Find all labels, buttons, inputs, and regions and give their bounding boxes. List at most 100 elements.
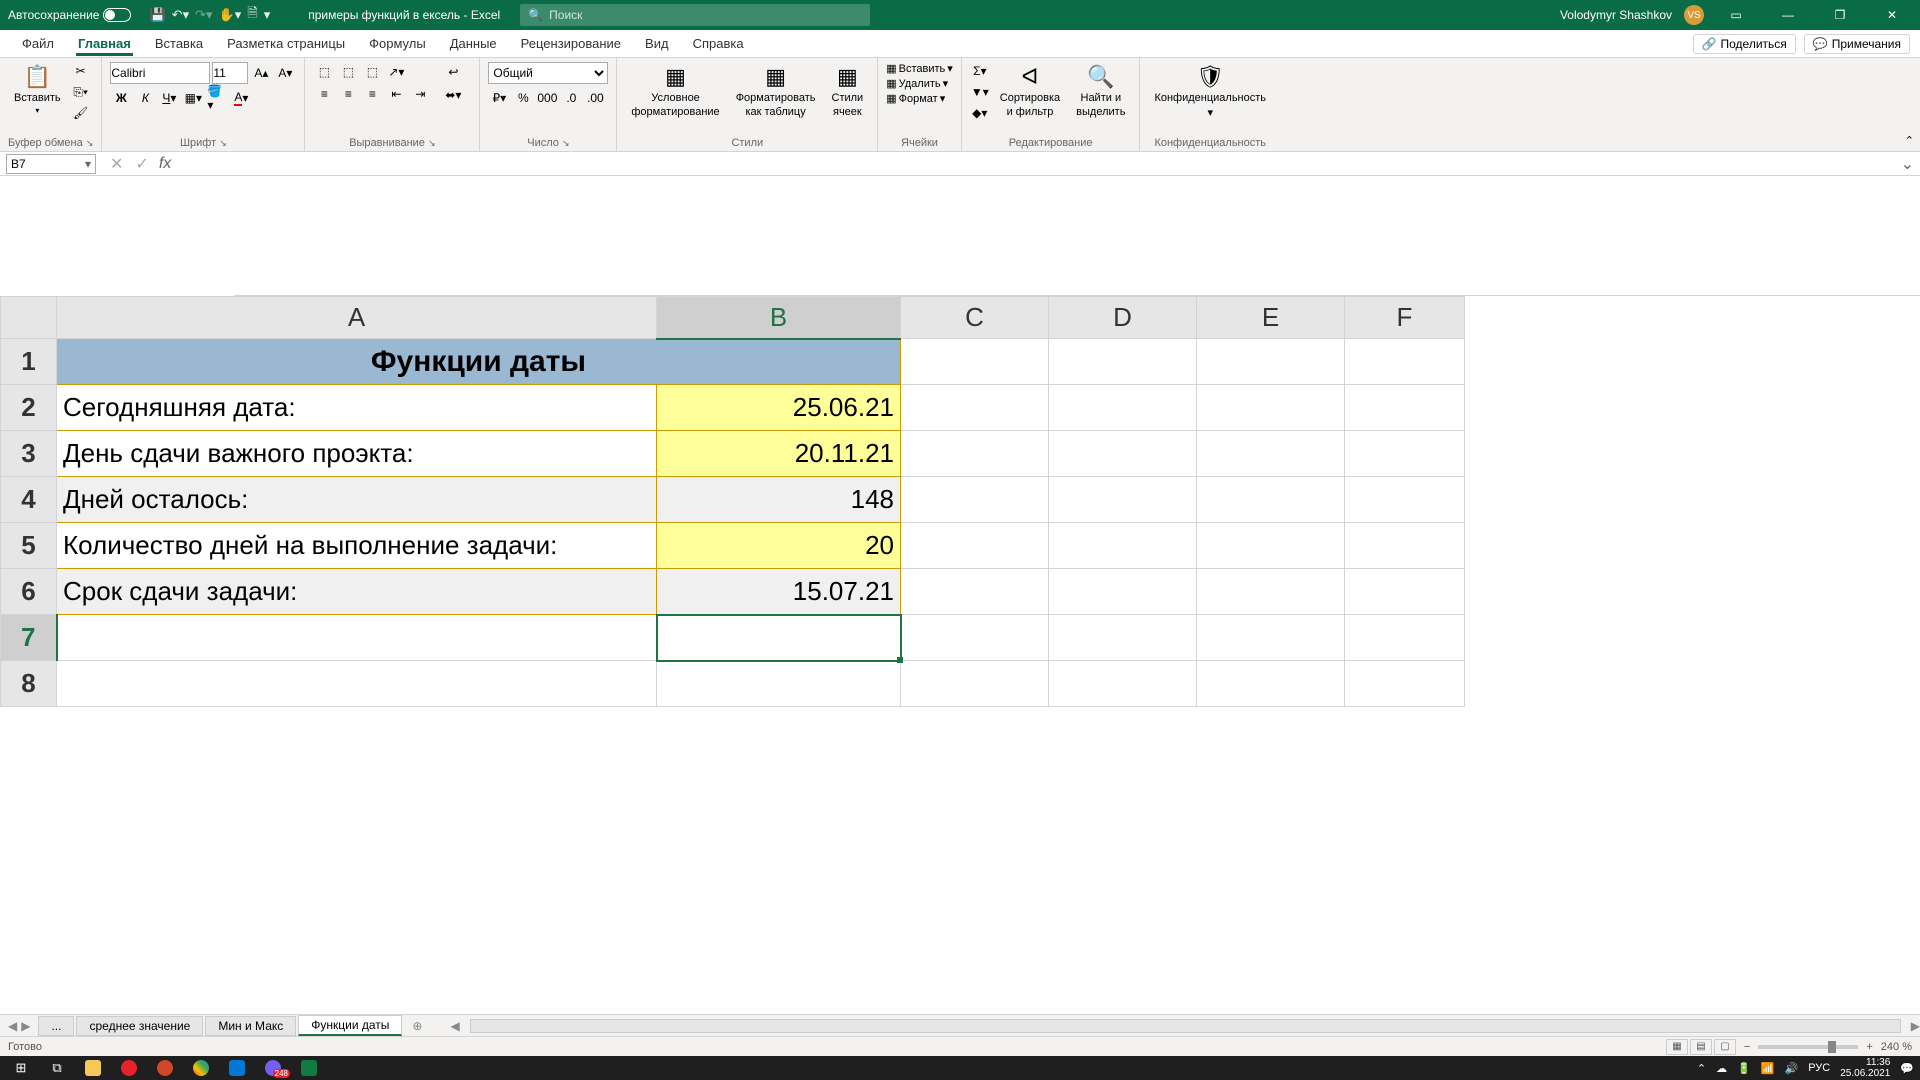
start-button[interactable]: ⊞ — [6, 1058, 36, 1078]
user-name[interactable]: Volodymyr Shashkov — [1560, 8, 1672, 22]
taskbar-viber[interactable]: 248 — [258, 1058, 288, 1078]
align-center-icon[interactable]: ≡ — [337, 84, 359, 104]
cell-E1[interactable] — [1197, 339, 1345, 385]
font-launcher-icon[interactable]: ↘ — [219, 138, 227, 148]
cell-F3[interactable] — [1345, 431, 1465, 477]
cell-D8[interactable] — [1049, 661, 1197, 707]
cell-F2[interactable] — [1345, 385, 1465, 431]
touch-icon[interactable]: ✋▾ — [219, 7, 242, 23]
close-icon[interactable]: ✕ — [1872, 0, 1912, 30]
cell-A5[interactable]: Количество дней на выполнение задачи: — [57, 523, 657, 569]
cell-B7-active[interactable] — [657, 615, 901, 661]
row-header-5[interactable]: 5 — [1, 523, 57, 569]
number-format-select[interactable]: Общий — [488, 62, 608, 84]
cell-C3[interactable] — [901, 431, 1049, 477]
cell-F4[interactable] — [1345, 477, 1465, 523]
tray-clock[interactable]: 11:36 25.06.2021 — [1840, 1057, 1890, 1079]
save-icon[interactable]: 💾 — [149, 7, 165, 23]
cell-A3[interactable]: День сдачи важного проэкта: — [57, 431, 657, 477]
row-header-3[interactable]: 3 — [1, 431, 57, 477]
clipboard-launcher-icon[interactable]: ↘ — [86, 138, 94, 148]
sheet-tab-3[interactable]: Функции даты — [298, 1015, 402, 1036]
autosave-toggle[interactable]: Автосохранение — [8, 8, 131, 22]
row-header-4[interactable]: 4 — [1, 477, 57, 523]
cell-D4[interactable] — [1049, 477, 1197, 523]
zoom-level[interactable]: 240 % — [1881, 1041, 1912, 1053]
cell-D5[interactable] — [1049, 523, 1197, 569]
comments-button[interactable]: 💬Примечания — [1804, 34, 1910, 54]
align-top-icon[interactable]: ⬚ — [313, 62, 335, 82]
add-sheet-icon[interactable]: ⊕ — [404, 1019, 430, 1033]
align-bottom-icon[interactable]: ⬚ — [361, 62, 383, 82]
cell-C5[interactable] — [901, 523, 1049, 569]
sheet-tab-2[interactable]: Мин и Макс — [205, 1016, 296, 1036]
sheet-tab-1[interactable]: среднее значение — [76, 1016, 203, 1036]
taskbar-excel[interactable] — [294, 1058, 324, 1078]
find-select-button[interactable]: 🔍Найти ивыделить — [1070, 62, 1131, 120]
sheet-nav-prev-icon[interactable]: ◀ — [8, 1019, 17, 1033]
sheet-nav-next-icon[interactable]: ▶ — [21, 1019, 30, 1033]
taskbar-powerpoint[interactable] — [150, 1058, 180, 1078]
cell-A8[interactable] — [57, 661, 657, 707]
tab-insert[interactable]: Вставка — [143, 32, 215, 55]
collapse-ribbon-icon[interactable]: ⌃ — [1905, 134, 1914, 147]
cell-E7[interactable] — [1197, 615, 1345, 661]
format-cells-button[interactable]: ▦ Формат ▾ — [886, 92, 953, 105]
italic-button[interactable]: К — [134, 88, 156, 108]
tab-review[interactable]: Рецензирование — [509, 32, 633, 55]
cell-B2[interactable]: 25.06.21 — [657, 385, 901, 431]
redo-icon[interactable]: ↷▾ — [195, 7, 212, 23]
col-header-F[interactable]: F — [1345, 297, 1465, 339]
accept-formula-icon[interactable]: ✓ — [131, 154, 152, 174]
zoom-slider[interactable] — [1758, 1045, 1858, 1049]
tab-help[interactable]: Справка — [681, 32, 756, 55]
ribbon-display-icon[interactable]: ▭ — [1716, 0, 1756, 30]
qat-more-icon[interactable]: ▾ — [264, 7, 271, 23]
share-button[interactable]: 🔗Поделиться — [1693, 34, 1796, 54]
cell-B6[interactable]: 15.07.21 — [657, 569, 901, 615]
tab-home[interactable]: Главная — [66, 32, 143, 55]
worksheet-grid[interactable]: A B C D E F 1 Функции даты 2 Сегодняшняя… — [0, 296, 1920, 707]
clear-icon[interactable]: ◆▾ — [970, 104, 990, 122]
cell-E2[interactable] — [1197, 385, 1345, 431]
wrap-text-icon[interactable]: ↩ — [435, 62, 471, 82]
cell-A1-merged[interactable]: Функции даты — [57, 339, 901, 385]
row-header-6[interactable]: 6 — [1, 569, 57, 615]
tab-view[interactable]: Вид — [633, 32, 681, 55]
col-header-B[interactable]: B — [657, 297, 901, 339]
row-header-7[interactable]: 7 — [1, 615, 57, 661]
copy-icon[interactable]: ⎘▾ — [71, 83, 91, 101]
cell-D7[interactable] — [1049, 615, 1197, 661]
cell-C2[interactable] — [901, 385, 1049, 431]
tray-onedrive-icon[interactable]: ☁ — [1716, 1062, 1727, 1075]
maximize-icon[interactable]: ❐ — [1820, 0, 1860, 30]
tray-battery-icon[interactable]: 🔋 — [1737, 1062, 1751, 1075]
expand-formula-bar-icon[interactable]: ⌄ — [1901, 154, 1914, 174]
cell-B5[interactable]: 20 — [657, 523, 901, 569]
insert-cells-button[interactable]: ▦ Вставить ▾ — [886, 62, 953, 75]
cut-icon[interactable]: ✂ — [71, 62, 91, 80]
taskbar-opera[interactable] — [114, 1058, 144, 1078]
font-name-select[interactable] — [110, 62, 210, 84]
minimize-icon[interactable]: — — [1768, 0, 1808, 30]
cell-E6[interactable] — [1197, 569, 1345, 615]
tab-layout[interactable]: Разметка страницы — [215, 32, 357, 55]
format-table-button[interactable]: ▦Форматироватькак таблицу — [730, 62, 822, 120]
fill-icon[interactable]: ▼▾ — [970, 83, 990, 101]
cell-E4[interactable] — [1197, 477, 1345, 523]
cell-B4[interactable]: 148 — [657, 477, 901, 523]
inc-decimal-icon[interactable]: .0 — [560, 88, 582, 108]
tray-volume-icon[interactable]: 🔊 — [1785, 1062, 1799, 1075]
tab-data[interactable]: Данные — [438, 32, 509, 55]
cell-D1[interactable] — [1049, 339, 1197, 385]
underline-button[interactable]: Ч▾ — [158, 88, 180, 108]
taskbar-chrome[interactable] — [186, 1058, 216, 1078]
col-header-C[interactable]: C — [901, 297, 1049, 339]
zoom-in-icon[interactable]: + — [1866, 1041, 1872, 1053]
cell-A2[interactable]: Сегодняшняя дата: — [57, 385, 657, 431]
align-left-icon[interactable]: ≡ — [313, 84, 335, 104]
cell-C4[interactable] — [901, 477, 1049, 523]
select-all-corner[interactable] — [1, 297, 57, 339]
cell-F8[interactable] — [1345, 661, 1465, 707]
col-header-E[interactable]: E — [1197, 297, 1345, 339]
